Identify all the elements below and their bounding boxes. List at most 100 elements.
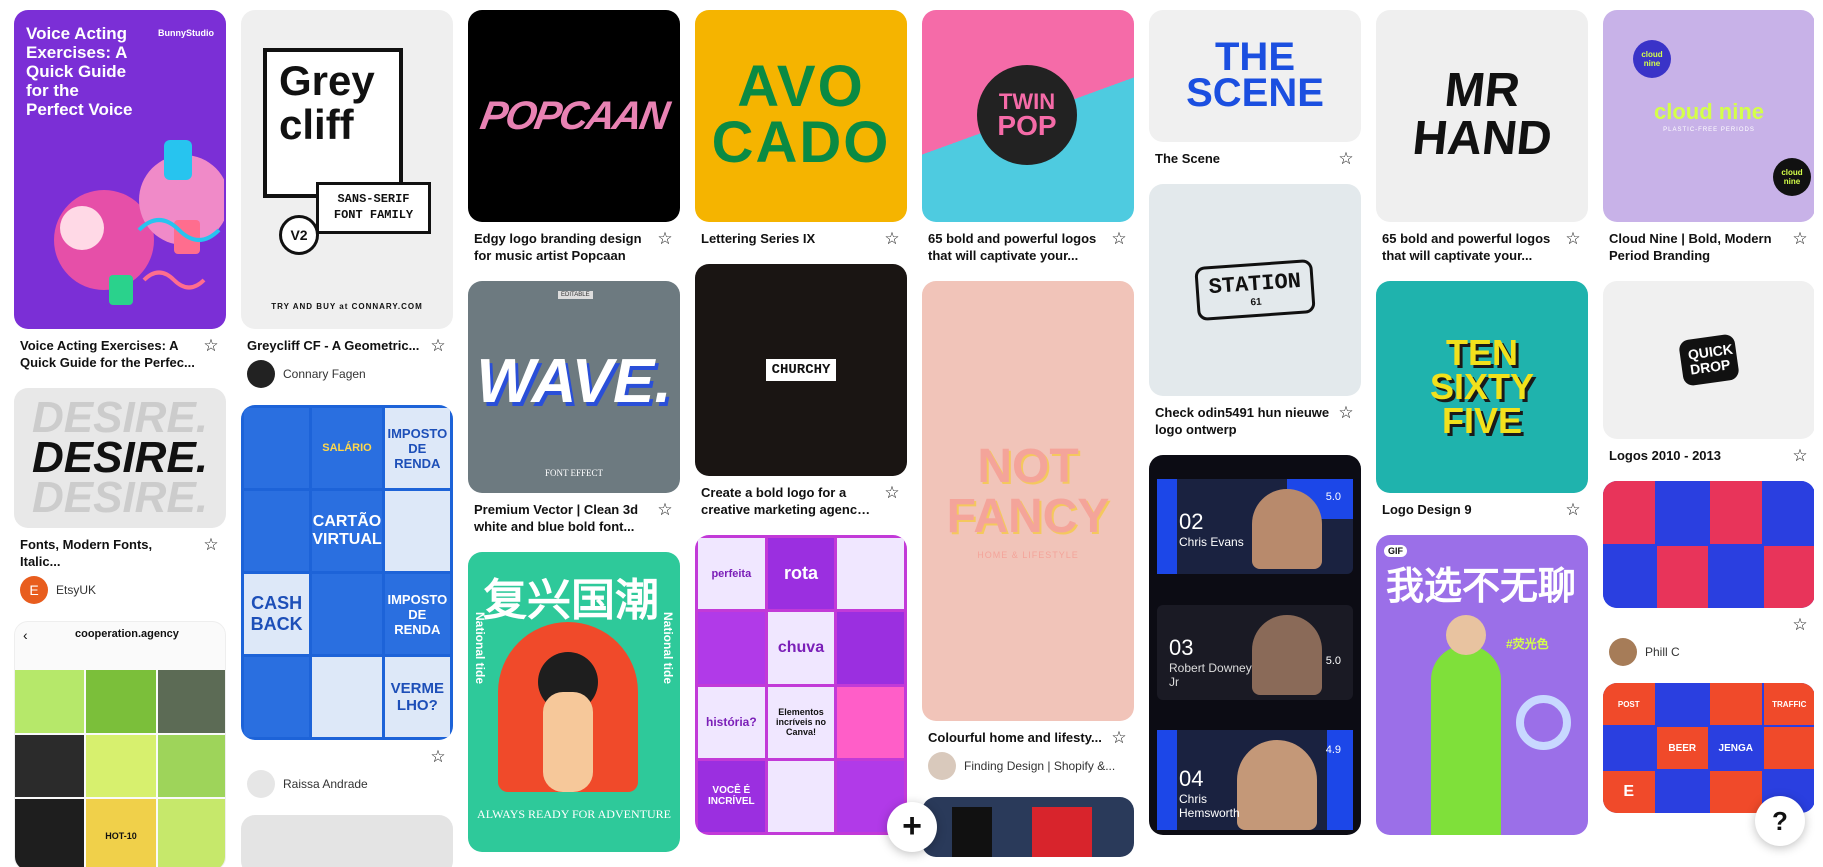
pin-image[interactable]: POPCAAN (468, 10, 680, 222)
star-icon[interactable]: ☆ (1337, 404, 1355, 422)
pin-image[interactable]: GIF 我选不无聊 #荧光色 (1376, 535, 1588, 835)
pin-title[interactable]: Edgy logo branding design for music arti… (474, 230, 650, 264)
author-name[interactable]: Connary Fagen (283, 367, 366, 381)
pin-author[interactable]: Raissa Andrade (241, 770, 453, 798)
create-button[interactable]: + (887, 802, 937, 852)
pin-image[interactable] (241, 815, 453, 867)
pin-card[interactable]: ☆ Phill C (1603, 481, 1814, 666)
pin-title[interactable]: Voice Acting Exercises: A Quick Guide fo… (20, 337, 196, 371)
star-icon[interactable]: ☆ (1791, 447, 1809, 465)
star-icon[interactable]: ☆ (429, 748, 447, 766)
pin-card[interactable]: Grey cliff SANS-SERIF FONT FAMILY V2 TRY… (241, 10, 453, 388)
pin-card[interactable] (922, 797, 1134, 857)
pin-image[interactable]: NOT FANCY HOME & LIFESTYLE (922, 281, 1134, 721)
pin-image[interactable]: EDITABLE WAVE. FONT EFFECT (468, 281, 680, 493)
star-icon[interactable]: ☆ (1110, 729, 1128, 747)
pin-title[interactable]: Logo Design 9 (1382, 501, 1558, 518)
star-icon[interactable]: ☆ (883, 484, 901, 502)
pin-title[interactable]: Lettering Series IX (701, 230, 877, 247)
pin-card[interactable]: perfeita rota chuva história? Elementos … (695, 535, 907, 835)
pin-image[interactable] (1603, 481, 1814, 608)
pin-title[interactable]: Premium Vector | Clean 3d white and blue… (474, 501, 650, 535)
pin-title[interactable]: Create a bold logo for a creative market… (701, 484, 877, 518)
star-icon[interactable]: ☆ (429, 337, 447, 355)
star-icon[interactable]: ☆ (1337, 150, 1355, 168)
pin-card[interactable]: QUICK DROP Logos 2010 - 2013 ☆ (1603, 281, 1814, 465)
pin-author[interactable]: Finding Design | Shopify &... (922, 746, 1134, 780)
pin-image[interactable]: STATION 61 (1149, 184, 1361, 396)
pin-image[interactable]: ‹ cooperation.agency HOT-10 (14, 621, 226, 867)
star-icon[interactable]: ☆ (202, 337, 220, 355)
pin-card[interactable]: Voice Acting Exercises: A Quick Guide fo… (14, 10, 226, 371)
pin-author[interactable]: E EtsyUK (14, 570, 226, 604)
pin-card[interactable]: CHURCHY Create a bold logo for a creativ… (695, 264, 907, 518)
pin-image[interactable]: 02 Chris Evans 5.0 03 Robert Downey Jr 5… (1149, 455, 1361, 835)
author-name[interactable]: Phill C (1645, 645, 1680, 659)
pin-card[interactable]: cloud nine cloud nine PLASTIC-FREE PERIO… (1603, 10, 1814, 264)
star-icon[interactable]: ☆ (1564, 501, 1582, 519)
avatar[interactable]: E (20, 576, 48, 604)
pin-card[interactable]: 复兴国潮 National tide National tide ALWAYS … (468, 552, 680, 852)
pin-card[interactable]: POST TRAFFIC BEER JENGA E (1603, 683, 1814, 813)
pin-card[interactable]: STATION 61 Check odin5491 hun nieuwe log… (1149, 184, 1361, 438)
pin-card[interactable]: DESIRE. DESIRE. DESIRE. Fonts, Modern Fo… (14, 388, 226, 604)
avatar[interactable] (247, 360, 275, 388)
pin-title[interactable]: Cloud Nine | Bold, Modern Period Brandin… (1609, 230, 1785, 264)
avatar[interactable] (928, 752, 956, 780)
pin-title[interactable]: 65 bold and powerful logos that will cap… (928, 230, 1104, 264)
pin-card[interactable]: TEN SIXTY FIVE Logo Design 9 ☆ (1376, 281, 1588, 519)
overlay-line2: FANCY (946, 490, 1110, 543)
star-icon[interactable]: ☆ (1791, 616, 1809, 634)
pin-card[interactable]: GIF 我选不无聊 #荧光色 (1376, 535, 1588, 835)
pin-card[interactable]: AVO CADO Lettering Series IX ☆ (695, 10, 907, 248)
star-icon[interactable]: ☆ (883, 230, 901, 248)
pin-image[interactable]: TWIN POP (922, 10, 1134, 222)
pin-card[interactable]: TWIN POP 65 bold and powerful logos that… (922, 10, 1134, 264)
pin-image[interactable]: TEN SIXTY FIVE (1376, 281, 1588, 493)
pin-card[interactable] (241, 815, 453, 867)
pin-title[interactable]: 65 bold and powerful logos that will cap… (1382, 230, 1558, 264)
pin-card[interactable]: POPCAAN Edgy logo branding design for mu… (468, 10, 680, 264)
pin-image[interactable] (922, 797, 1134, 857)
pin-card[interactable]: 02 Chris Evans 5.0 03 Robert Downey Jr 5… (1149, 455, 1361, 835)
pin-card[interactable]: SALÁRIO IMPOSTO DE RENDA CARTÃO VIRTUAL … (241, 405, 453, 798)
pin-image[interactable]: perfeita rota chuva história? Elementos … (695, 535, 907, 835)
pin-card[interactable]: NOT FANCY HOME & LIFESTYLE Colourful hom… (922, 281, 1134, 780)
pin-title[interactable]: Logos 2010 - 2013 (1609, 447, 1785, 464)
pin-title[interactable]: Fonts, Modern Fonts, Italic... (20, 536, 196, 570)
pin-image[interactable]: MR HAND (1376, 10, 1588, 222)
avatar[interactable] (1609, 638, 1637, 666)
pin-image[interactable]: AVO CADO (695, 10, 907, 222)
author-name[interactable]: Finding Design | Shopify &... (964, 759, 1115, 773)
pin-image[interactable]: SALÁRIO IMPOSTO DE RENDA CARTÃO VIRTUAL … (241, 405, 453, 740)
pin-title[interactable]: Check odin5491 hun nieuwe logo ontwerp (1155, 404, 1331, 438)
pin-card[interactable]: THE SCENE The Scene ☆ (1149, 10, 1361, 168)
star-icon[interactable]: ☆ (1564, 230, 1582, 248)
star-icon[interactable]: ☆ (656, 501, 674, 519)
help-button[interactable]: ? (1755, 796, 1805, 846)
pin-image[interactable]: POST TRAFFIC BEER JENGA E (1603, 683, 1814, 813)
author-name[interactable]: EtsyUK (56, 583, 96, 597)
avatar[interactable] (247, 770, 275, 798)
pin-title[interactable]: Colourful home and lifesty... (928, 729, 1104, 746)
star-icon[interactable]: ☆ (202, 536, 220, 554)
star-icon[interactable]: ☆ (1110, 230, 1128, 248)
pin-card[interactable]: ‹ cooperation.agency HOT-10 (14, 621, 226, 867)
pin-image[interactable]: THE SCENE (1149, 10, 1361, 142)
pin-card[interactable]: MR HAND 65 bold and powerful logos that … (1376, 10, 1588, 264)
pin-author[interactable]: Phill C (1603, 638, 1814, 666)
author-name[interactable]: Raissa Andrade (283, 777, 368, 791)
pin-title[interactable]: Greycliff CF - A Geometric... (247, 337, 423, 354)
pin-image[interactable]: cloud nine cloud nine PLASTIC-FREE PERIO… (1603, 10, 1814, 222)
star-icon[interactable]: ☆ (656, 230, 674, 248)
star-icon[interactable]: ☆ (1791, 230, 1809, 248)
pin-image[interactable]: CHURCHY (695, 264, 907, 476)
pin-image[interactable]: Voice Acting Exercises: A Quick Guide fo… (14, 10, 226, 329)
pin-image[interactable]: QUICK DROP (1603, 281, 1814, 439)
pin-image[interactable]: DESIRE. DESIRE. DESIRE. (14, 388, 226, 528)
pin-card[interactable]: EDITABLE WAVE. FONT EFFECT Premium Vecto… (468, 281, 680, 535)
pin-image[interactable]: 复兴国潮 National tide National tide ALWAYS … (468, 552, 680, 852)
pin-title[interactable]: The Scene (1155, 150, 1331, 167)
pin-author[interactable]: Connary Fagen (241, 354, 453, 388)
pin-image[interactable]: Grey cliff SANS-SERIF FONT FAMILY V2 TRY… (241, 10, 453, 329)
